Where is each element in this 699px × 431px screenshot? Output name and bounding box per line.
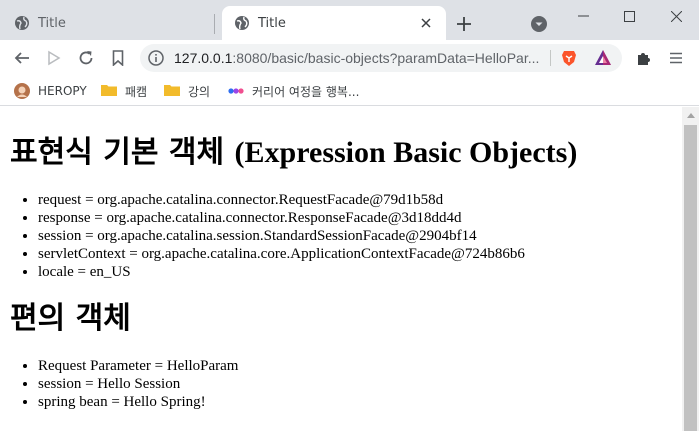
close-window-button[interactable] (653, 0, 699, 32)
heading-basic-objects: 표현식 기본 객체 (Expression Basic Objects) (10, 135, 682, 171)
url-text[interactable]: 127.0.0.1:8080/basic/basic-objects?param… (174, 50, 546, 66)
dots-logo-icon (228, 83, 244, 99)
globe-icon (14, 15, 30, 31)
back-button[interactable] (10, 46, 34, 70)
list-item: servletContext = org.apache.catalina.cor… (38, 245, 682, 263)
bookmark-folder-paecam[interactable]: 패캠 (101, 81, 147, 101)
brave-lion-icon[interactable] (560, 49, 578, 67)
plus-icon (457, 17, 471, 31)
new-tab-button[interactable] (452, 12, 476, 36)
list-item: spring bean = Hello Spring! (38, 393, 682, 411)
list-item: session = org.apache.catalina.session.St… (38, 227, 682, 245)
url-host: 127.0.0.1 (174, 50, 233, 66)
bookmark-folder-lectures[interactable]: 강의 (164, 81, 210, 101)
tab-title: Title (38, 15, 66, 31)
tab-separator (214, 14, 215, 34)
tab-search-button[interactable] (530, 15, 548, 33)
list-item: locale = en_US (38, 263, 682, 281)
menu-button[interactable] (664, 46, 688, 70)
puzzle-icon (638, 53, 650, 65)
bookmark-label: HEROPY (38, 84, 87, 98)
heading-en: (Expression Basic Objects) (234, 136, 578, 169)
address-bar[interactable]: 127.0.0.1:8080/basic/basic-objects?param… (140, 44, 622, 72)
tab-strip: Title Title (0, 0, 699, 40)
page-content: 표현식 기본 객체 (Expression Basic Objects) req… (0, 107, 682, 431)
bookmark-heropy[interactable]: HEROPY (14, 81, 87, 101)
navigation-toolbar: 127.0.0.1:8080/basic/basic-objects?param… (0, 40, 699, 76)
folder-icon (164, 83, 180, 99)
list-item: Request Parameter = HelloParam (38, 357, 682, 375)
minimize-button[interactable] (560, 0, 606, 32)
heading-convenience-objects: 편의 객체 (10, 301, 131, 336)
bookmark-icon (112, 50, 124, 66)
list-item: session = Hello Session (38, 375, 682, 393)
bookmark-label: 패캠 (125, 84, 148, 99)
convenience-objects-list: Request Parameter = HelloParam session =… (10, 357, 682, 411)
globe-icon (234, 15, 250, 31)
chevron-down-circle-icon (531, 16, 547, 32)
close-icon (670, 10, 682, 22)
tab-inactive[interactable]: Title (0, 6, 214, 40)
basic-objects-list: request = org.apache.catalina.connector.… (10, 191, 682, 281)
tab-active[interactable]: Title (222, 6, 446, 40)
reload-button[interactable] (74, 46, 98, 70)
maximize-button[interactable] (606, 0, 652, 32)
heading-ko: 표현식 기본 객체 (10, 135, 225, 170)
list-item: request = org.apache.catalina.connector.… (38, 191, 682, 209)
reload-icon (79, 51, 93, 65)
maximize-icon (623, 10, 635, 22)
address-divider (550, 50, 551, 66)
info-icon[interactable] (148, 50, 164, 66)
extensions-button[interactable] (632, 46, 656, 70)
arrow-left-icon (14, 52, 29, 64)
bat-triangle-icon[interactable] (594, 49, 612, 67)
bookmark-label: 강의 (188, 84, 211, 99)
play-forward-icon (48, 50, 61, 66)
scroll-thumb[interactable] (684, 125, 697, 431)
bookmark-career[interactable]: 커리어 여정을 행복... (228, 81, 359, 101)
hamburger-menu-icon (670, 52, 682, 64)
bookmark-button[interactable] (106, 46, 130, 70)
tab-title: Title (258, 15, 286, 31)
list-item: response = org.apache.catalina.connector… (38, 209, 682, 227)
bookmarks-bar: HEROPY 패캠 강의 커리어 여정을 행복... (0, 76, 699, 106)
scroll-up-arrow-icon[interactable] (682, 107, 699, 124)
url-path: :8080/basic/basic-objects?paramData=Hell… (232, 50, 540, 66)
avatar-icon (14, 83, 30, 99)
bookmark-label: 커리어 여정을 행복... (252, 84, 360, 99)
folder-icon (101, 83, 117, 99)
minimize-icon (577, 15, 589, 17)
forward-button[interactable] (42, 46, 66, 70)
vertical-scrollbar[interactable] (682, 107, 699, 431)
close-tab-icon[interactable] (416, 13, 436, 33)
